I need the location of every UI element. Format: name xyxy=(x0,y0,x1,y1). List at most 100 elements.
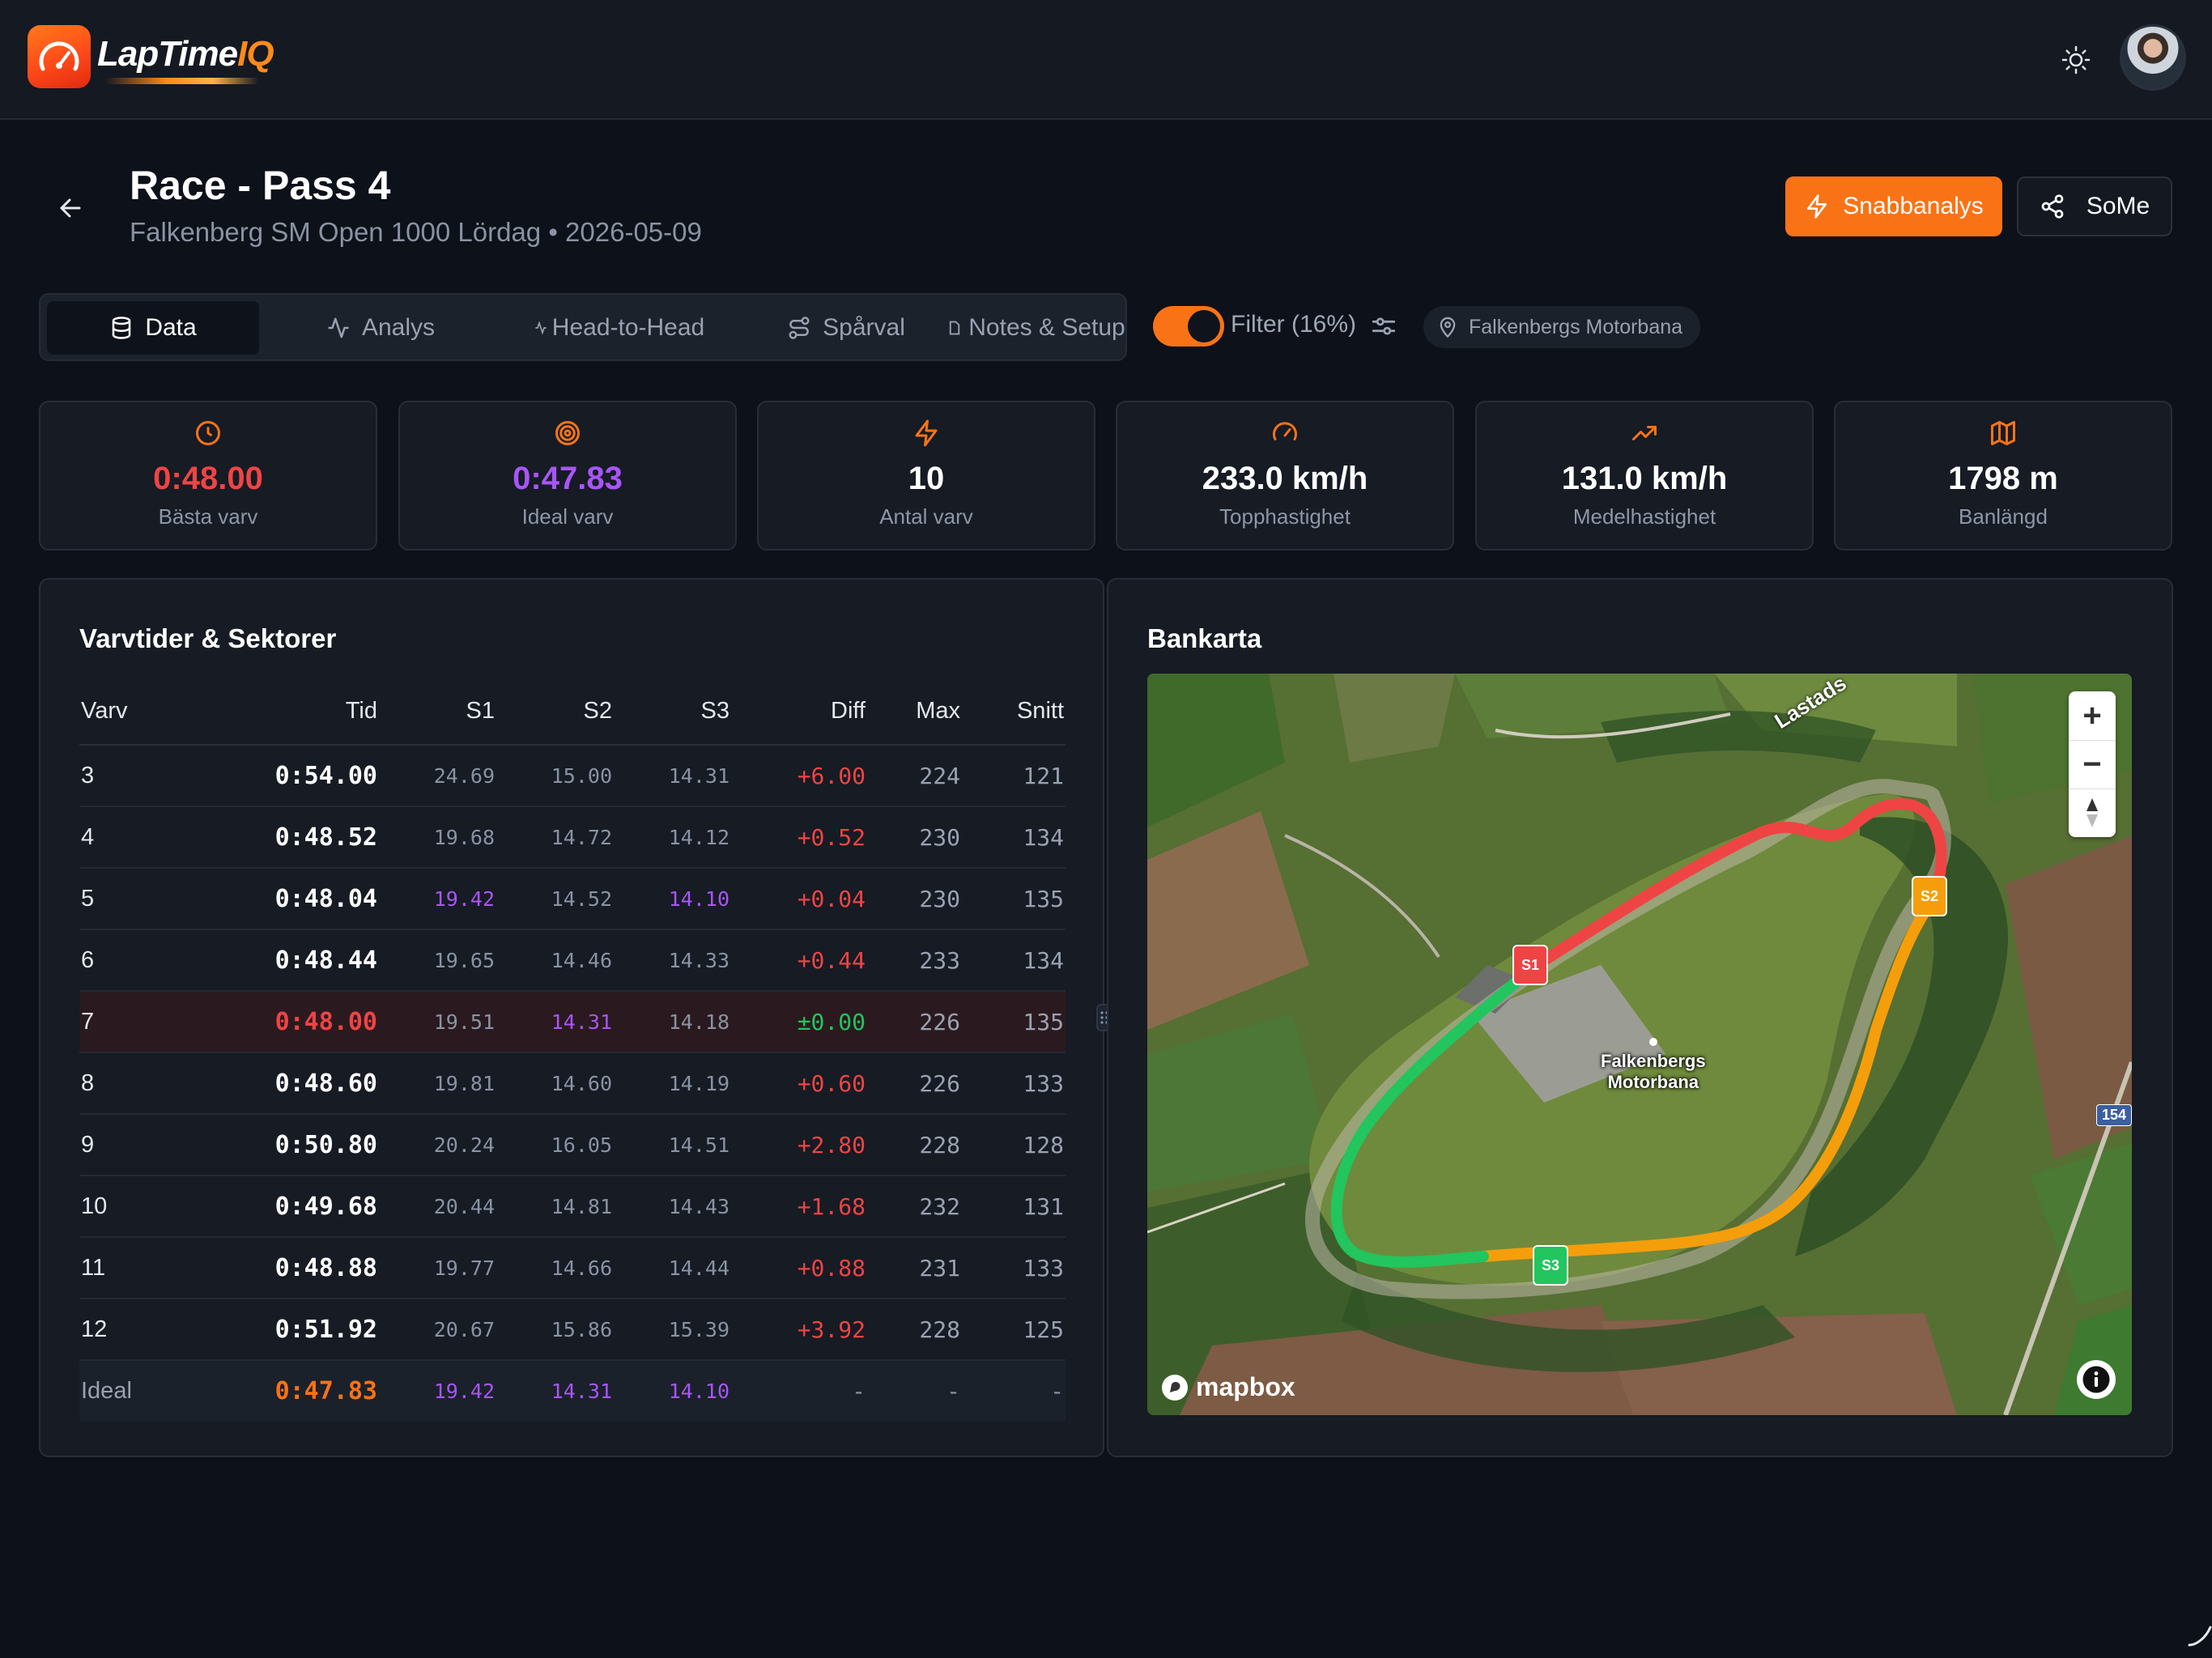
cell-s3: 14.44 xyxy=(614,1237,731,1299)
col-header-lap[interactable]: Varv xyxy=(79,678,177,746)
user-avatar[interactable] xyxy=(2120,24,2186,91)
share-icon xyxy=(2041,194,2064,219)
stat-value: 0:48.00 xyxy=(153,461,263,496)
cell-time: 0:54.00 xyxy=(177,745,379,807)
mapbox-icon xyxy=(1162,1374,1188,1401)
col-header-s3[interactable]: S3 xyxy=(614,678,731,746)
tab-analys[interactable]: Analys xyxy=(275,301,486,355)
table-row[interactable]: 11 0:48.88 19.77 14.66 14.44 +0.88 231 1… xyxy=(79,1237,1066,1299)
cell-time: 0:50.80 xyxy=(177,1114,379,1176)
cell-s3: 14.19 xyxy=(614,1052,731,1115)
stat-value: 0:47.83 xyxy=(513,461,623,496)
cell-s1: 19.65 xyxy=(379,929,496,992)
stat-value: 233.0 km/h xyxy=(1202,461,1368,496)
trending-up-icon xyxy=(1632,426,1657,440)
cell-max: 226 xyxy=(867,991,962,1053)
table-row[interactable]: 9 0:50.80 20.24 16.05 14.51 +2.80 228 12… xyxy=(79,1114,1066,1176)
table-row-ideal: Ideal 0:47.83 19.42 14.31 14.10 - - - xyxy=(79,1360,1066,1422)
col-header-s2[interactable]: S2 xyxy=(496,678,614,746)
col-header-max[interactable]: Max xyxy=(867,678,962,746)
share-some-button[interactable]: SoMe xyxy=(2017,176,2172,236)
map-zoom-controls: + − xyxy=(2069,691,2116,837)
table-row[interactable]: 8 0:48.60 19.81 14.60 14.19 +0.60 226 13… xyxy=(79,1052,1066,1115)
mapbox-logo[interactable]: mapbox xyxy=(1160,1372,1295,1402)
compass-button[interactable] xyxy=(2069,789,2116,837)
table-row[interactable]: 4 0:48.52 19.68 14.72 14.12 +0.52 230 13… xyxy=(79,806,1066,869)
laps-table: Varv Tid S1 S2 S3 Diff Max Snitt 3 0:54.… xyxy=(79,678,1066,1422)
track-map[interactable]: S1 S2 S3 Falkenbergs Motorbana Lastads 1… xyxy=(1147,674,2132,1415)
tab-sparval[interactable]: Spårval xyxy=(753,301,939,355)
col-header-avg[interactable]: Snitt xyxy=(962,678,1066,746)
sector-marker-s3[interactable]: S3 xyxy=(1533,1245,1568,1286)
theme-toggle-sun-icon[interactable] xyxy=(2057,40,2095,79)
resize-corner-icon[interactable] xyxy=(2186,1621,2212,1648)
sector-marker-s2[interactable]: S2 xyxy=(1912,876,1947,916)
cell-max: 230 xyxy=(867,806,962,869)
table-row[interactable]: 12 0:51.92 20.67 15.86 15.39 +3.92 228 1… xyxy=(79,1299,1066,1361)
table-row[interactable]: 10 0:49.68 20.44 14.81 14.43 +1.68 232 1… xyxy=(79,1175,1066,1238)
sector-marker-s1[interactable]: S1 xyxy=(1512,945,1548,985)
cell-lap: 6 xyxy=(79,929,177,992)
table-row[interactable]: 5 0:48.04 19.42 14.52 14.10 +0.04 230 13… xyxy=(79,868,1066,930)
cell-lap: 3 xyxy=(79,745,177,807)
database-icon xyxy=(113,317,131,339)
cell-max: 232 xyxy=(867,1175,962,1238)
cell-s2: 14.31 xyxy=(496,1360,614,1422)
share-some-label: SoMe xyxy=(2086,193,2150,219)
cell-s2: 14.52 xyxy=(496,868,614,930)
cell-avg: 121 xyxy=(962,745,1066,807)
table-row[interactable]: 3 0:54.00 24.69 15.00 14.31 +6.00 224 12… xyxy=(79,745,1066,807)
stat-value: 10 xyxy=(908,461,945,496)
sliders-icon[interactable] xyxy=(1370,312,1397,340)
cell-lap: 8 xyxy=(79,1052,177,1115)
cell-s2: 14.46 xyxy=(496,929,614,992)
cell-diff: +0.44 xyxy=(731,929,867,992)
cell-s1: 20.24 xyxy=(379,1114,496,1176)
cell-s2: 15.00 xyxy=(496,745,614,807)
stat-label: Medelhastighet xyxy=(1572,504,1716,529)
filter-toggle[interactable] xyxy=(1153,306,1224,346)
logo-text-iq: IQ xyxy=(237,34,274,74)
cell-avg: 133 xyxy=(962,1237,1066,1299)
track-chip[interactable]: Falkenbergs Motorbana xyxy=(1423,306,1700,348)
cell-lap: 12 xyxy=(79,1299,177,1361)
cell-lap: 11 xyxy=(79,1237,177,1299)
cell-max: 224 xyxy=(867,745,962,807)
tab-data[interactable]: Data xyxy=(47,301,259,355)
tab-data-label: Data xyxy=(145,314,197,341)
col-header-s1[interactable]: S1 xyxy=(379,678,496,746)
back-arrow-icon[interactable] xyxy=(50,188,91,228)
cell-s1: 19.77 xyxy=(379,1237,496,1299)
top-bar: LapTimeIQ xyxy=(0,0,2212,120)
laps-panel-title: Varvtider & Sektorer xyxy=(79,623,337,653)
tab-notes-setup[interactable]: Notes & Setup xyxy=(947,301,1125,355)
cell-lap: 10 xyxy=(79,1175,177,1238)
table-row[interactable]: 6 0:48.44 19.65 14.46 14.33 +0.44 233 13… xyxy=(79,929,1066,992)
cell-s2: 14.72 xyxy=(496,806,614,869)
route-icon xyxy=(789,317,810,339)
tab-head-to-head[interactable]: Head-to-Head xyxy=(494,301,745,355)
stat-value: 131.0 km/h xyxy=(1561,461,1728,496)
zoom-out-button[interactable]: − xyxy=(2069,740,2116,789)
map-info-button[interactable] xyxy=(2077,1360,2116,1399)
zoom-in-button[interactable]: + xyxy=(2069,691,2116,740)
quick-analysis-button[interactable]: Snabbanalys xyxy=(1785,176,2002,236)
table-row-best-lap[interactable]: 7 0:48.00 19.51 14.31 14.18 ±0.00 226 13… xyxy=(79,991,1066,1053)
tab-head-to-head-label: Head-to-Head xyxy=(551,314,705,341)
cell-diff: +1.68 xyxy=(731,1175,867,1238)
stat-label: Ideal varv xyxy=(521,504,614,529)
col-header-diff[interactable]: Diff xyxy=(731,678,867,746)
cell-s3: 14.33 xyxy=(614,929,731,992)
logo-icon[interactable] xyxy=(28,25,91,88)
cell-max: - xyxy=(867,1360,962,1422)
cell-max: 230 xyxy=(867,868,962,930)
col-header-time[interactable]: Tid xyxy=(177,678,379,746)
cell-s3: 14.12 xyxy=(614,806,731,869)
target-icon xyxy=(555,421,580,445)
zap-icon xyxy=(915,419,938,447)
compass-icon xyxy=(2087,798,2098,827)
cell-s2: 16.05 xyxy=(496,1114,614,1176)
cell-s1: 20.67 xyxy=(379,1299,496,1361)
stat-card-best-lap: 0:48.00 Bästa varv xyxy=(39,401,377,551)
activity-icon xyxy=(328,317,349,338)
